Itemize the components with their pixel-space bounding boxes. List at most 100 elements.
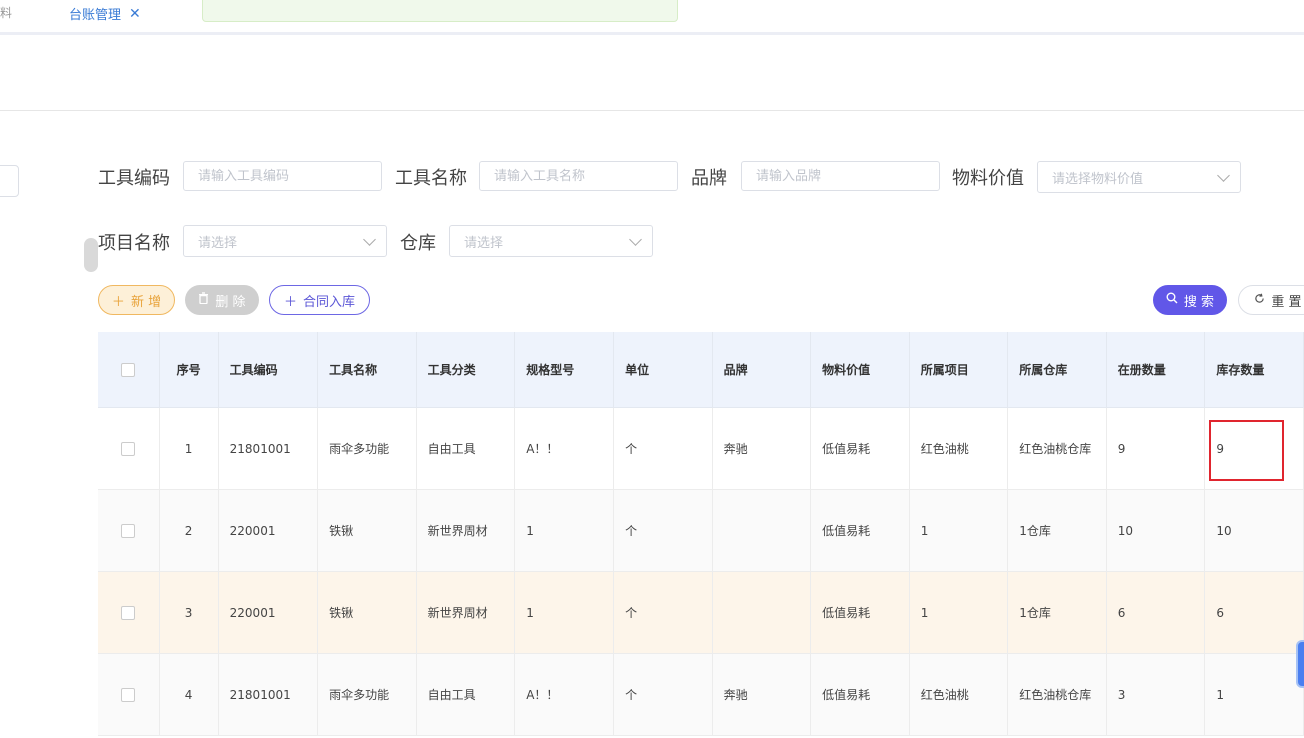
refresh-icon	[1254, 293, 1265, 308]
project-name-select[interactable]: 请选择	[183, 225, 387, 257]
row-checkbox-cell[interactable]	[98, 489, 160, 572]
table-cell: 1	[514, 489, 615, 572]
search-button[interactable]: 搜 索	[1153, 285, 1227, 315]
close-icon[interactable]: ✕	[129, 6, 141, 22]
table-row[interactable]: 3 220001 铁锹 新世界周材 1 个 低值易耗 1 1仓库 6 6	[98, 571, 1304, 654]
row-checkbox[interactable]	[121, 605, 136, 620]
tool-name-input[interactable]	[479, 161, 678, 191]
reset-button[interactable]: 重 置	[1238, 285, 1304, 315]
brand-input[interactable]	[741, 161, 940, 191]
table-cell: 个	[613, 489, 713, 572]
table-cell: 个	[613, 571, 713, 654]
column-header[interactable]: 所属项目	[909, 332, 1009, 408]
table-cell: 低值易耗	[810, 489, 910, 572]
table-cell: 自由工具	[416, 407, 516, 490]
tool-code-label: 工具编码	[98, 168, 170, 189]
row-checkbox[interactable]	[121, 441, 136, 456]
chevron-down-icon	[629, 233, 642, 246]
plus-icon: ＋	[283, 294, 297, 310]
table-cell: 红色油桃仓库	[1007, 653, 1107, 736]
table-row[interactable]: 4 21801001 雨伞多功能 自由工具 A！！ 个 奔驰 低值易耗 红色油桃…	[98, 653, 1304, 736]
search-label: 搜 索	[1183, 294, 1215, 310]
table-cell: 3	[1106, 653, 1206, 736]
notification-banner	[202, 0, 678, 22]
table-cell: 9	[1106, 407, 1206, 490]
table-cell: 6	[1204, 571, 1304, 654]
column-header[interactable]: 工具名称	[317, 332, 417, 408]
delete-button[interactable]: 删 除	[185, 285, 259, 315]
table-cell: 自由工具	[416, 653, 516, 736]
table-cell: 雨伞多功能	[317, 653, 417, 736]
table-cell: 奔驰	[712, 653, 812, 736]
select-all-checkbox[interactable]	[121, 362, 136, 377]
warehouse-select[interactable]: 请选择	[449, 225, 653, 257]
column-header[interactable]: 序号	[159, 332, 219, 408]
table-cell: A！！	[514, 407, 615, 490]
table-cell: 1	[514, 571, 615, 654]
row-checkbox-cell[interactable]	[98, 407, 160, 490]
table-cell: 21801001	[218, 653, 319, 736]
table-cell: 21801001	[218, 407, 319, 490]
column-header[interactable]: 所属仓库	[1007, 332, 1107, 408]
select-placeholder: 请选择物料价值	[1052, 171, 1144, 187]
tab-ledger-management[interactable]: 台账管理 ✕	[69, 4, 141, 24]
row-checkbox-cell[interactable]	[98, 571, 160, 654]
table-cell: 铁锹	[317, 571, 417, 654]
reset-label: 重 置	[1271, 294, 1302, 310]
table-row[interactable]: 2 220001 铁锹 新世界周材 1 个 低值易耗 1 1仓库 10 10	[98, 489, 1304, 572]
collapsed-input[interactable]	[0, 165, 19, 197]
table-cell: 红色油桃	[909, 407, 1009, 490]
table-cell: 铁锹	[317, 489, 417, 572]
contract-inbound-button[interactable]: ＋ 合同入库	[269, 285, 370, 315]
table-row[interactable]: 1 21801001 雨伞多功能 自由工具 A！！ 个 奔驰 低值易耗 红色油桃…	[98, 407, 1304, 490]
table-cell: 奔驰	[712, 407, 812, 490]
tab-label: 台账管理	[69, 8, 122, 23]
side-drawer-handle[interactable]	[1296, 640, 1304, 688]
table-cell: 低值易耗	[810, 407, 910, 490]
table-cell: 雨伞多功能	[317, 407, 417, 490]
row-checkbox[interactable]	[121, 687, 136, 702]
table-cell: 4	[159, 653, 219, 736]
material-value-select[interactable]: 请选择物料价值	[1037, 161, 1241, 193]
column-header[interactable]: 规格型号	[514, 332, 615, 408]
table-cell: 低值易耗	[810, 571, 910, 654]
column-header[interactable]: 库存数量	[1204, 332, 1304, 408]
brand-label: 品牌	[691, 168, 727, 189]
trash-icon	[198, 292, 209, 308]
table-cell: 10	[1106, 489, 1206, 572]
table-cell: 1	[909, 489, 1009, 572]
select-placeholder: 请选择	[198, 235, 238, 251]
column-header[interactable]: 在册数量	[1106, 332, 1206, 408]
table-cell: 2	[159, 489, 219, 572]
chevron-down-icon	[1217, 169, 1230, 182]
column-header[interactable]: 单位	[613, 332, 713, 408]
tool-ledger-table: 序号 工具编码 工具名称 工具分类 规格型号 单位 品牌 物料价值 所属项目 所…	[98, 332, 1304, 736]
table-cell: 1	[159, 407, 219, 490]
row-checkbox-cell[interactable]	[98, 653, 160, 736]
table-cell: 1	[909, 571, 1009, 654]
column-header[interactable]: 工具分类	[416, 332, 516, 408]
contract-inbound-label: 合同入库	[303, 294, 356, 310]
add-label: 新 增	[130, 294, 162, 310]
scroll-handle[interactable]	[84, 238, 98, 272]
column-header[interactable]: 工具编码	[218, 332, 319, 408]
add-button[interactable]: ＋ 新 增	[98, 285, 175, 315]
search-icon	[1166, 292, 1178, 308]
row-checkbox[interactable]	[121, 523, 136, 538]
warehouse-label: 仓库	[400, 233, 436, 254]
table-cell: 1仓库	[1007, 571, 1107, 654]
table-cell: 1仓库	[1007, 489, 1107, 572]
delete-label: 删 除	[215, 294, 246, 310]
table-cell: 220001	[218, 571, 319, 654]
column-header[interactable]: 物料价值	[810, 332, 910, 408]
plus-icon: ＋	[111, 294, 125, 310]
tab-bar: 料 台账管理 ✕	[0, 0, 1304, 35]
tool-code-input[interactable]	[183, 161, 382, 191]
select-all-checkbox-cell[interactable]	[98, 332, 160, 408]
table-cell: 1	[1204, 653, 1304, 736]
column-header[interactable]: 品牌	[712, 332, 812, 408]
table-cell	[712, 571, 812, 654]
tool-name-label: 工具名称	[395, 168, 467, 189]
table-cell: 3	[159, 571, 219, 654]
tab-partial[interactable]: 料	[0, 4, 12, 21]
